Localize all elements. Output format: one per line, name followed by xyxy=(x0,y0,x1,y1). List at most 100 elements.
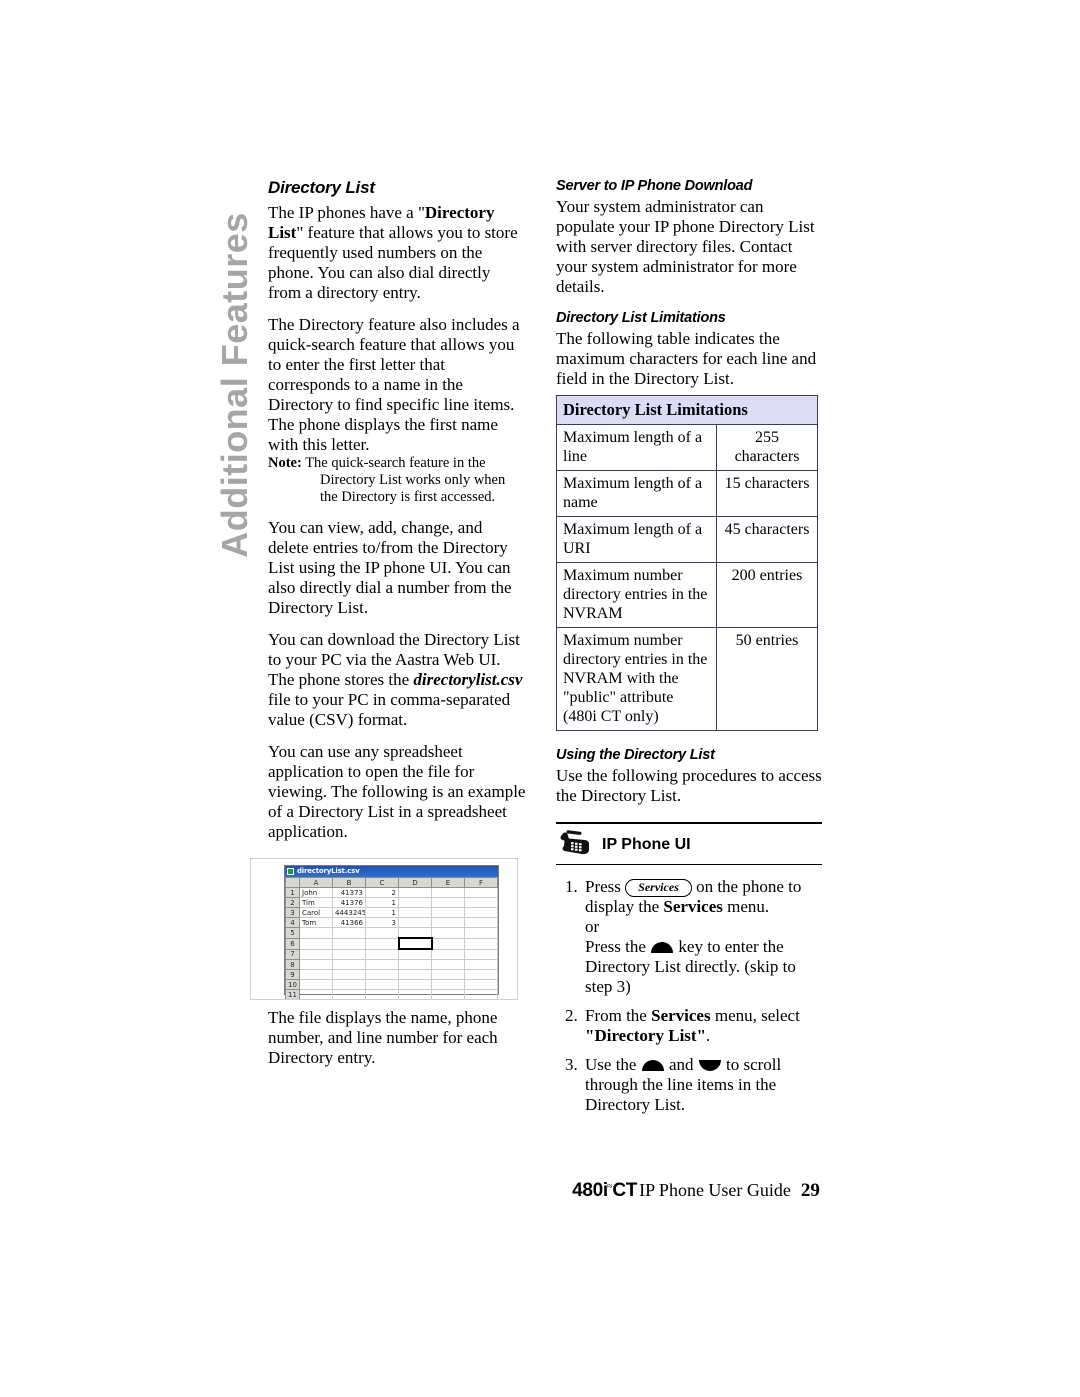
spreadsheet-cell-f12[interactable] xyxy=(465,1000,498,1001)
spreadsheet-cell-e12[interactable] xyxy=(432,1000,465,1001)
spreadsheet-cell-a1[interactable]: John xyxy=(299,887,333,898)
spreadsheet-row-header[interactable]: 7 xyxy=(285,948,300,960)
paragraph-view-add: You can view, add, change, and delete en… xyxy=(268,518,512,617)
spreadsheet-cell-b4[interactable]: 41366 xyxy=(332,917,366,928)
limit-value-nvram-public-entries: 50 entries xyxy=(716,627,818,731)
spreadsheet-cell-d11[interactable] xyxy=(398,989,432,999)
spreadsheet-cell-c1[interactable]: 2 xyxy=(365,887,399,898)
spreadsheet-cell-b10[interactable] xyxy=(332,979,366,990)
spreadsheet-cell-f10[interactable] xyxy=(464,979,498,990)
spreadsheet-row-header[interactable]: 10 xyxy=(285,979,300,990)
spreadsheet-row-header[interactable]: 12 xyxy=(286,1000,300,1001)
spreadsheet-cell-c6[interactable] xyxy=(365,937,399,950)
spreadsheet-cell-f3[interactable] xyxy=(464,907,498,918)
spreadsheet-cell-a9[interactable] xyxy=(299,969,333,980)
spreadsheet-cell-d12[interactable] xyxy=(399,1000,432,1001)
spreadsheet-cell-b9[interactable] xyxy=(332,969,366,980)
spreadsheet-cell-d10[interactable] xyxy=(398,979,432,990)
spreadsheet-cell-e7[interactable] xyxy=(431,948,465,960)
spreadsheet-cell-a10[interactable] xyxy=(299,979,333,990)
services-key[interactable]: Services xyxy=(625,879,692,897)
spreadsheet-row-header[interactable]: 4 xyxy=(285,917,300,928)
spreadsheet-cell-f5[interactable] xyxy=(464,927,498,939)
spreadsheet-cell-e9[interactable] xyxy=(431,969,465,980)
spreadsheet-cell-e6[interactable] xyxy=(431,937,465,950)
spreadsheet-cell-a8[interactable] xyxy=(299,959,333,970)
spreadsheet-cell-a12[interactable] xyxy=(300,1000,333,1001)
spreadsheet-cell-f9[interactable] xyxy=(464,969,498,980)
spreadsheet-cell-f1[interactable] xyxy=(464,887,498,898)
spreadsheet-cell-b7[interactable] xyxy=(332,948,366,960)
spreadsheet-cell-d3[interactable] xyxy=(398,907,432,918)
spreadsheet-row-header[interactable]: 2 xyxy=(285,897,300,908)
spreadsheet-cell-a3[interactable]: Carol xyxy=(299,907,333,918)
spreadsheet-cell-d1[interactable] xyxy=(398,887,432,898)
spreadsheet-cell-d7[interactable] xyxy=(398,948,432,960)
spreadsheet-cell-e5[interactable] xyxy=(431,927,465,939)
spreadsheet-cell-d5[interactable] xyxy=(398,927,432,939)
spreadsheet-row-header[interactable]: 3 xyxy=(285,907,300,918)
spreadsheet-cell-a6[interactable] xyxy=(299,937,333,950)
table-row: Maximum number directory entries in the … xyxy=(556,627,818,731)
spreadsheet-cell-c11[interactable] xyxy=(365,989,399,999)
spreadsheet-row-header[interactable]: 9 xyxy=(285,969,300,980)
spreadsheet-col-d[interactable]: D xyxy=(398,877,432,888)
spreadsheet-cell-b5[interactable] xyxy=(332,927,366,939)
spreadsheet-cell-d8[interactable] xyxy=(398,959,432,970)
spreadsheet-cell-b2[interactable]: 41376 xyxy=(332,897,366,908)
paragraph-using-directory-list: Use the following procedures to access t… xyxy=(556,766,822,805)
spreadsheet-cell-c7[interactable] xyxy=(365,948,399,960)
spreadsheet-cell-b11[interactable] xyxy=(332,989,366,999)
spreadsheet-grid[interactable]: A B C D E F 1 John 41373 2 2 Tim 41376 1… xyxy=(285,877,498,1001)
spreadsheet-cell-f7[interactable] xyxy=(464,948,498,960)
spreadsheet-cell-f6[interactable] xyxy=(464,937,498,950)
spreadsheet-cell-c4[interactable]: 3 xyxy=(365,917,399,928)
spreadsheet-cell-c9[interactable] xyxy=(365,969,399,980)
spreadsheet-cell-d9[interactable] xyxy=(398,969,432,980)
spreadsheet-cell-e1[interactable] xyxy=(431,887,465,898)
spreadsheet-row-header[interactable]: 1 xyxy=(285,887,300,898)
spreadsheet-cell-c5[interactable] xyxy=(365,927,399,939)
spreadsheet-cell-f11[interactable] xyxy=(464,989,498,999)
spreadsheet-col-b[interactable]: B xyxy=(332,877,366,888)
spreadsheet-cell-a5[interactable] xyxy=(299,927,333,939)
spreadsheet-cell-c10[interactable] xyxy=(365,979,399,990)
spreadsheet-cell-b6[interactable] xyxy=(332,937,366,950)
spreadsheet-cell-f8[interactable] xyxy=(464,959,498,970)
spreadsheet-cell-f2[interactable] xyxy=(464,897,498,908)
spreadsheet-selected-cell[interactable] xyxy=(397,937,433,950)
spreadsheet-col-f[interactable]: F xyxy=(464,877,498,888)
step-3: Use the and to scroll through the line i… xyxy=(582,1055,822,1115)
up-arrow-key-icon[interactable] xyxy=(641,1060,664,1071)
spreadsheet-cell-e8[interactable] xyxy=(431,959,465,970)
spreadsheet-cell-e11[interactable] xyxy=(431,989,465,999)
spreadsheet-cell-c3[interactable]: 1 xyxy=(365,907,399,918)
spreadsheet-cell-a2[interactable]: Tim xyxy=(299,897,333,908)
spreadsheet-cell-c12[interactable] xyxy=(366,1000,399,1001)
spreadsheet-cell-a11[interactable] xyxy=(299,989,333,999)
spreadsheet-cell-f4[interactable] xyxy=(464,917,498,928)
spreadsheet-cell-a7[interactable] xyxy=(299,948,333,960)
spreadsheet-row-header[interactable]: 8 xyxy=(285,959,300,970)
spreadsheet-cell-a4[interactable]: Tom xyxy=(299,917,333,928)
spreadsheet-cell-d4[interactable] xyxy=(398,917,432,928)
spreadsheet-cell-d2[interactable] xyxy=(398,897,432,908)
spreadsheet-row-header[interactable]: 6 xyxy=(285,937,300,950)
spreadsheet-row-header[interactable]: 5 xyxy=(285,927,300,939)
spreadsheet-cell-e2[interactable] xyxy=(431,897,465,908)
spreadsheet-row-header[interactable]: 11 xyxy=(285,989,300,999)
spreadsheet-cell-b3[interactable]: 4443245 xyxy=(332,907,366,918)
spreadsheet-col-e[interactable]: E xyxy=(431,877,465,888)
spreadsheet-cell-e4[interactable] xyxy=(431,917,465,928)
spreadsheet-cell-b8[interactable] xyxy=(332,959,366,970)
spreadsheet-cell-c8[interactable] xyxy=(365,959,399,970)
spreadsheet-cell-e10[interactable] xyxy=(431,979,465,990)
down-arrow-key-icon[interactable] xyxy=(698,1060,721,1071)
spreadsheet-cell-e3[interactable] xyxy=(431,907,465,918)
up-arrow-key-icon[interactable] xyxy=(651,942,674,953)
spreadsheet-cell-b12[interactable] xyxy=(333,1000,366,1001)
spreadsheet-cell-b1[interactable]: 41373 xyxy=(332,887,366,898)
spreadsheet-cell-c2[interactable]: 1 xyxy=(365,897,399,908)
spreadsheet-col-a[interactable]: A xyxy=(299,877,333,888)
spreadsheet-col-c[interactable]: C xyxy=(365,877,399,888)
